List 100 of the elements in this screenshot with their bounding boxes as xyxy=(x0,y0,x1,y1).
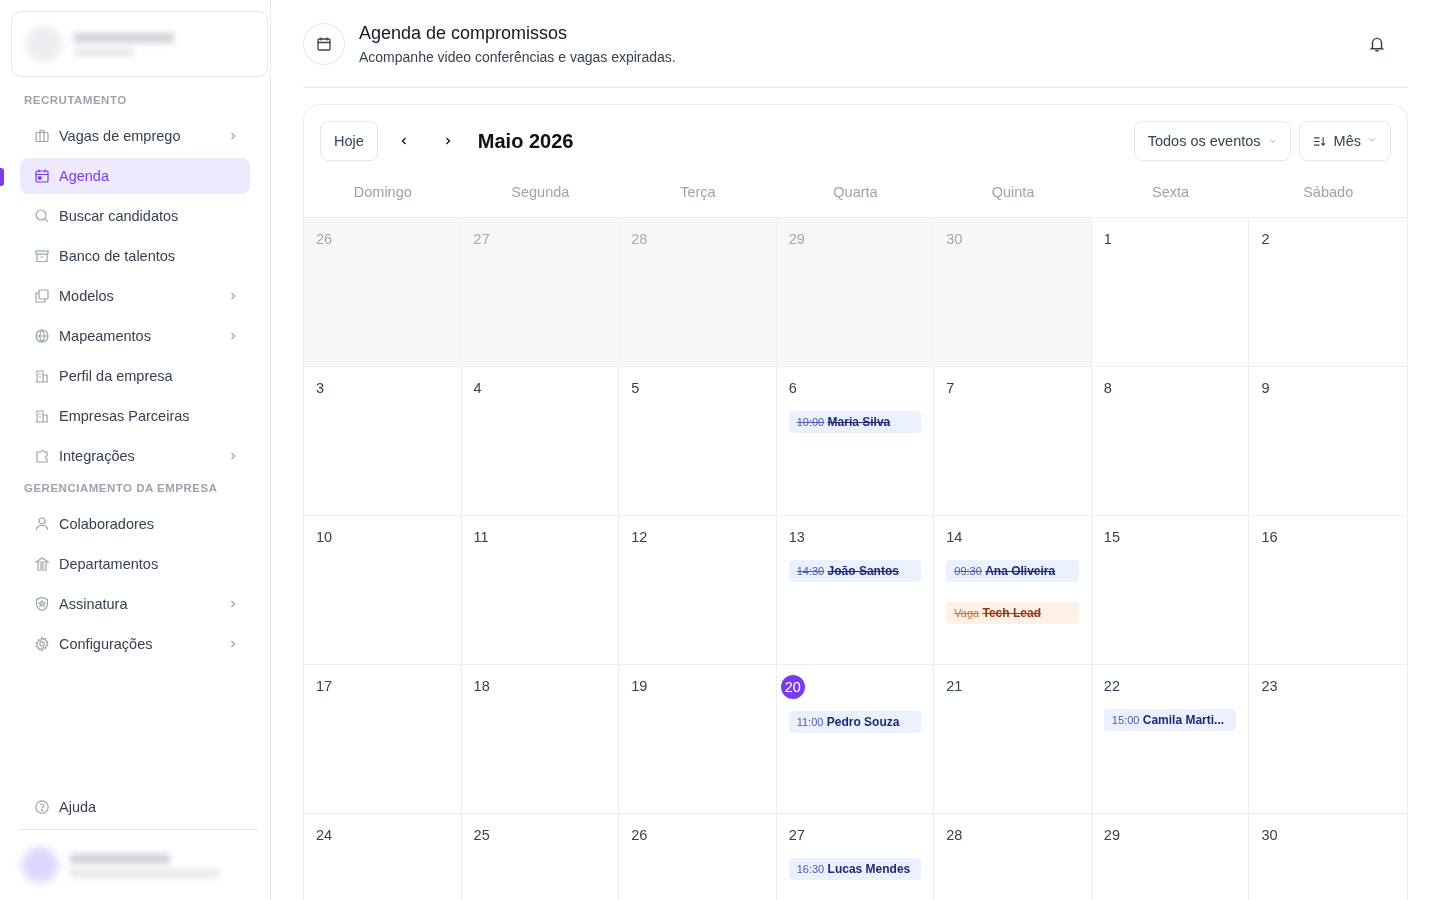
day-cell[interactable]: 3 xyxy=(304,367,462,516)
weekday-header: Domingo xyxy=(352,183,413,202)
day-number: 2 xyxy=(1260,230,1271,249)
day-number: 29 xyxy=(787,230,806,249)
event-chip[interactable]: 15:00 Camila Marti... xyxy=(1103,709,1237,731)
sidebar-item[interactable]: Modelos xyxy=(20,278,250,314)
day-cell[interactable]: 26 xyxy=(619,814,777,900)
day-cell[interactable]: 24 xyxy=(304,814,462,900)
weekday-header: Sexta xyxy=(1151,183,1191,202)
event-chip[interactable]: 09:30 Ana Oliveira xyxy=(946,560,1079,582)
building-icon xyxy=(34,368,50,384)
sidebar-item[interactable]: Perfil da empresa xyxy=(20,358,250,394)
day-cell[interactable]: 14 09:30 Ana Oliveira Vaga Tech Lead xyxy=(934,516,1092,665)
today-button[interactable]: Hoje xyxy=(320,121,378,161)
day-cell[interactable]: 18 xyxy=(461,665,620,814)
event-chip[interactable]: 16:30 Lucas Mendes xyxy=(788,858,922,880)
day-cell[interactable]: 11 xyxy=(461,516,620,665)
day-number: 9 xyxy=(1260,379,1271,398)
day-cell[interactable]: 8 xyxy=(1091,367,1250,516)
day-cell[interactable]: 17 xyxy=(304,665,462,814)
day-cell[interactable]: 23 xyxy=(1249,665,1407,814)
day-cell[interactable]: 29 xyxy=(1091,814,1250,900)
day-cell[interactable]: 20 11:00 Pedro Souza xyxy=(776,665,935,814)
weekday-header: Segunda xyxy=(510,183,571,202)
day-cell[interactable]: 7 xyxy=(934,367,1092,516)
weekday-header: Sábado xyxy=(1302,183,1355,202)
day-cell[interactable]: 28 xyxy=(934,814,1092,900)
day-number: 18 xyxy=(472,677,491,696)
user-icon xyxy=(34,516,50,532)
page-subtitle: Acompanhe video conferências e vagas expiradas. xyxy=(359,48,677,65)
day-cell[interactable]: 13 14:30 João Santos xyxy=(776,516,935,665)
day-number: 22 xyxy=(1102,677,1121,696)
day-cell[interactable]: 22 15:00 Camila Marti... xyxy=(1091,665,1250,814)
day-cell[interactable]: 9 xyxy=(1249,367,1407,516)
sidebar-item[interactable]: Empresas Parceiras xyxy=(20,398,250,434)
sidebar-item[interactable]: Mapeamentos xyxy=(20,318,250,354)
event-chip[interactable]: 10:00 Maria Silva xyxy=(788,411,922,433)
puzzle-icon xyxy=(34,448,50,464)
day-number: 27 xyxy=(472,230,491,249)
day-cell[interactable]: 21 xyxy=(934,665,1092,814)
help-icon xyxy=(34,799,50,815)
page-title: Agenda de compromissos xyxy=(359,22,569,44)
sidebar-item[interactable]: Agenda xyxy=(20,158,250,194)
day-cell[interactable]: 15 xyxy=(1091,516,1250,665)
copy-icon xyxy=(34,288,50,304)
sidebar-item[interactable]: Colaboradores xyxy=(20,506,250,542)
sidebar-item[interactable]: Departamentos xyxy=(20,546,250,582)
day-number: 7 xyxy=(945,379,956,398)
day-number: 13 xyxy=(787,528,806,547)
day-number: 11 xyxy=(472,528,490,547)
day-cell[interactable]: 27 16:30 Lucas Mendes xyxy=(776,814,935,900)
shield-icon xyxy=(34,596,50,612)
archive-icon xyxy=(34,248,50,264)
day-number: 30 xyxy=(945,230,964,249)
day-number: 28 xyxy=(630,230,649,249)
day-number: 10 xyxy=(315,528,334,547)
sidebar-item[interactable]: Integrações xyxy=(20,438,250,474)
chevron-down-icon xyxy=(1268,137,1277,145)
day-cell[interactable]: 6 10:00 Maria Silva xyxy=(776,367,935,516)
section-heading: RECRUTAMENTO xyxy=(23,93,128,108)
sidebar-item[interactable]: Buscar candidatos xyxy=(20,198,250,234)
day-number: 28 xyxy=(945,826,964,845)
section-heading: GERENCIAMENTO DA EMPRESA xyxy=(23,481,219,496)
event-chip[interactable]: 11:00 Pedro Souza xyxy=(788,711,922,733)
day-cell[interactable]: 16 xyxy=(1249,516,1407,665)
sidebar-item[interactable]: Assinatura xyxy=(20,586,250,622)
day-number: 8 xyxy=(1102,379,1113,398)
day-number: 16 xyxy=(1260,528,1279,547)
day-cell[interactable]: 12 xyxy=(619,516,777,665)
day-cell[interactable]: 25 xyxy=(461,814,620,900)
sidebar-item[interactable]: Configurações xyxy=(20,626,250,662)
day-number: 3 xyxy=(315,379,326,398)
calendar-icon xyxy=(34,168,50,184)
building-icon xyxy=(34,408,50,424)
sidebar-item[interactable]: Banco de talentos xyxy=(20,238,250,274)
day-number: 25 xyxy=(472,826,491,845)
day-cell[interactable]: 2 xyxy=(1249,218,1407,367)
day-number: 26 xyxy=(630,826,649,845)
day-number: 21 xyxy=(945,677,964,696)
day-number: 26 xyxy=(315,230,334,249)
day-cell[interactable]: 4 xyxy=(461,367,620,516)
globe-icon xyxy=(34,328,50,344)
day-cell[interactable]: 10 xyxy=(304,516,462,665)
day-number: 4 xyxy=(472,379,483,398)
active-indicator xyxy=(0,168,4,186)
day-cell[interactable]: 1 xyxy=(1091,218,1250,367)
sidebar-item[interactable]: Vagas de emprego xyxy=(20,118,250,154)
search-icon xyxy=(34,208,50,224)
view-dropdown[interactable]: Mês xyxy=(1298,121,1391,161)
day-number: 27 xyxy=(787,826,806,845)
event-chip[interactable]: 14:30 João Santos xyxy=(788,560,922,582)
bank-icon xyxy=(34,556,50,572)
event-chip[interactable]: Vaga Tech Lead xyxy=(946,602,1079,624)
day-cell[interactable]: 30 xyxy=(1249,814,1407,900)
event-filter-dropdown[interactable]: Todos os eventos xyxy=(1133,121,1291,161)
day-cell[interactable]: 19 xyxy=(619,665,777,814)
day-number: 30 xyxy=(1260,826,1279,845)
day-cell[interactable]: 5 xyxy=(619,367,777,516)
help-item[interactable]: Ajuda xyxy=(20,789,258,825)
day-number: 20 xyxy=(780,675,805,699)
